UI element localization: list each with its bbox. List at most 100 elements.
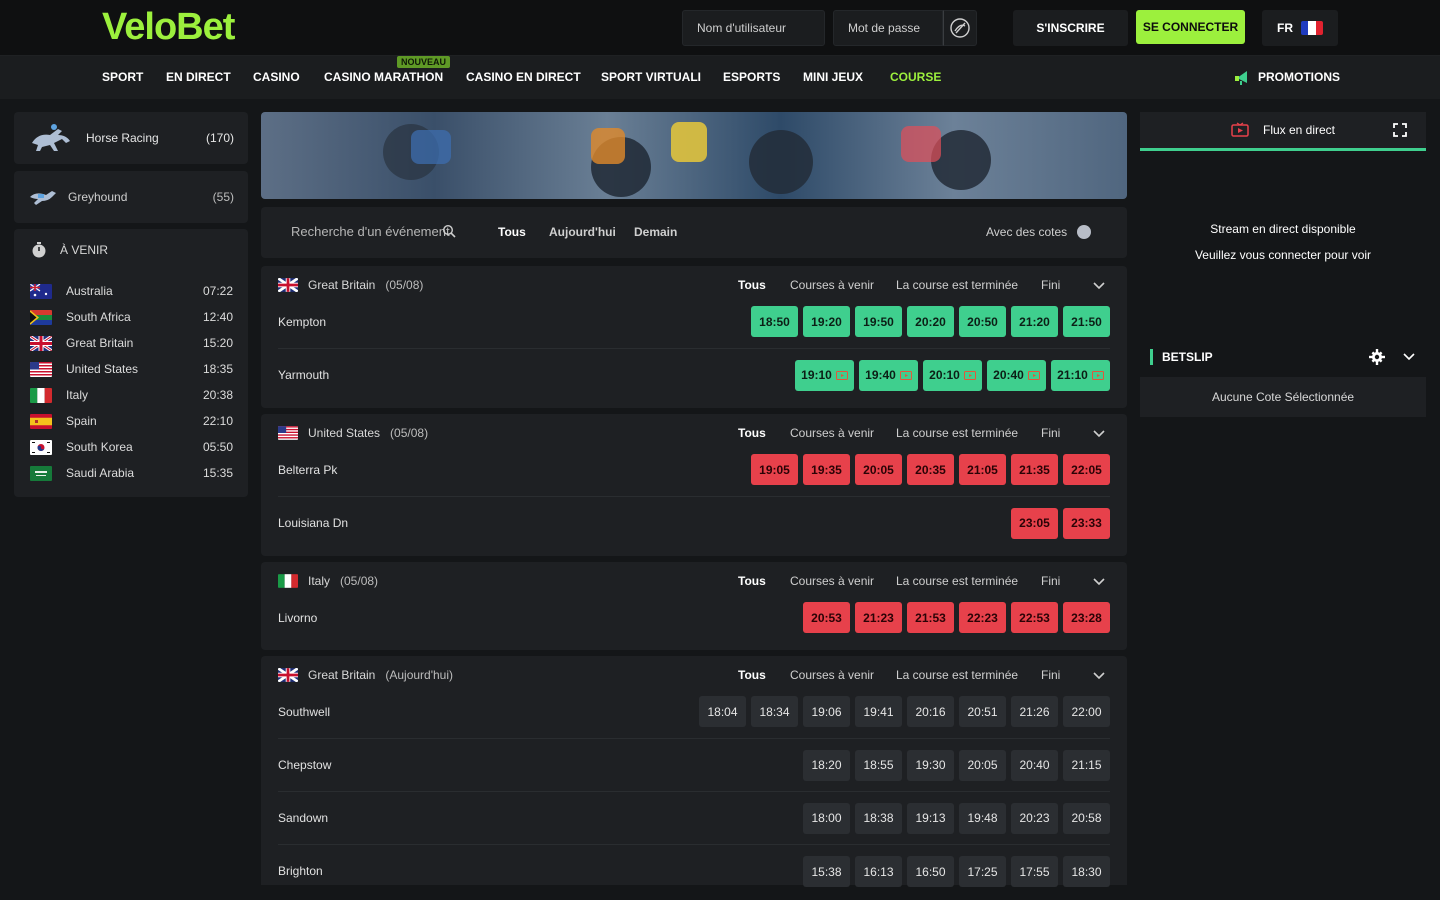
nav-casino[interactable]: CASINO — [253, 70, 300, 84]
odds-toggle[interactable] — [1077, 225, 1091, 239]
block-tab-all[interactable]: Tous — [738, 574, 766, 588]
race-time-button[interactable]: 21:26 — [1011, 696, 1058, 727]
chevron-down-icon[interactable] — [1402, 350, 1416, 364]
race-time-button[interactable]: 19:40 — [859, 359, 918, 391]
race-time-button[interactable]: 21:35 — [1011, 454, 1058, 485]
upcoming-item-italy[interactable]: Italy 20:38 — [30, 385, 233, 405]
block-tab-upcoming[interactable]: Courses à venir — [790, 426, 874, 440]
login-button[interactable]: SE CONNECTER — [1136, 10, 1245, 44]
gear-icon[interactable] — [1368, 348, 1386, 366]
filter-tab-tomorrow[interactable]: Demain — [634, 225, 677, 239]
race-time-button[interactable]: 22:05 — [1063, 454, 1110, 485]
race-time-button[interactable]: 18:30 — [1063, 856, 1110, 887]
block-tab-finished-race[interactable]: La course est terminée — [896, 574, 1018, 588]
register-button[interactable]: S'INSCRIRE — [1013, 10, 1128, 46]
race-time-button[interactable]: 20:05 — [855, 454, 902, 485]
race-time-button[interactable]: 16:50 — [907, 856, 954, 887]
chevron-down-icon[interactable] — [1092, 427, 1106, 441]
upcoming-item-australia[interactable]: Australia 07:22 — [30, 281, 233, 301]
race-time-button[interactable]: 18:04 — [699, 696, 746, 727]
filter-tab-today[interactable]: Aujourd'hui — [549, 225, 616, 239]
race-time-button[interactable]: 20:51 — [959, 696, 1006, 727]
race-time-button[interactable]: 15:38 — [803, 856, 850, 887]
race-time-button[interactable]: 21:15 — [1063, 749, 1110, 781]
race-time-button[interactable]: 21:10 — [1051, 359, 1110, 391]
nav-course[interactable]: COURSE — [890, 70, 941, 84]
race-time-button[interactable]: 23:05 — [1011, 507, 1058, 539]
nav-mini-jeux[interactable]: MINI JEUX — [803, 70, 863, 84]
block-tab-all[interactable]: Tous — [738, 426, 766, 440]
race-time-button[interactable]: 20:53 — [803, 602, 850, 633]
search-icon[interactable] — [442, 224, 456, 238]
block-tab-done[interactable]: Fini — [1041, 278, 1060, 292]
race-time-button[interactable]: 22:23 — [959, 602, 1006, 633]
chevron-down-icon[interactable] — [1092, 669, 1106, 683]
filter-tab-all[interactable]: Tous — [498, 225, 526, 239]
race-time-button[interactable]: 19:05 — [751, 454, 798, 485]
race-time-button[interactable]: 23:33 — [1063, 507, 1110, 539]
race-time-button[interactable]: 19:48 — [959, 802, 1006, 834]
race-time-button[interactable]: 20:40 — [987, 359, 1046, 391]
block-tab-upcoming[interactable]: Courses à venir — [790, 574, 874, 588]
race-time-button[interactable]: 19:50 — [855, 306, 902, 337]
block-tab-done[interactable]: Fini — [1041, 426, 1060, 440]
upcoming-item-spain[interactable]: Spain 22:10 — [30, 411, 233, 431]
race-time-button[interactable]: 19:41 — [855, 696, 902, 727]
race-time-button[interactable]: 18:20 — [803, 749, 850, 781]
race-time-button[interactable]: 19:35 — [803, 454, 850, 485]
nav-sport[interactable]: SPORT — [102, 70, 143, 84]
nav-sport-virtuali[interactable]: SPORT VIRTUALI — [601, 70, 701, 84]
race-time-button[interactable]: 22:00 — [1063, 696, 1110, 727]
race-time-button[interactable]: 20:16 — [907, 696, 954, 727]
race-time-button[interactable]: 19:10 — [795, 359, 854, 391]
race-time-button[interactable]: 19:06 — [803, 696, 850, 727]
logo[interactable]: VeloBet — [102, 6, 235, 49]
block-tab-all[interactable]: Tous — [738, 278, 766, 292]
upcoming-item-great-britain[interactable]: Great Britain 15:20 — [30, 333, 233, 353]
race-time-button[interactable]: 20:23 — [1011, 802, 1058, 834]
promotions-link[interactable]: PROMOTIONS — [1234, 68, 1340, 86]
sport-horse-racing[interactable]: Horse Racing (170) — [14, 112, 248, 164]
upcoming-item-saudi-arabia[interactable]: Saudi Arabia 15:35 — [30, 463, 233, 483]
race-time-button[interactable]: 20:40 — [1011, 749, 1058, 781]
chevron-down-icon[interactable] — [1092, 279, 1106, 293]
race-time-button[interactable]: 20:50 — [959, 306, 1006, 337]
race-time-button[interactable]: 20:20 — [907, 306, 954, 337]
race-time-button[interactable]: 18:55 — [855, 749, 902, 781]
race-time-button[interactable]: 19:20 — [803, 306, 850, 337]
upcoming-item-united-states[interactable]: United States 18:35 — [30, 359, 233, 379]
nav-esports[interactable]: ESPORTS — [723, 70, 780, 84]
race-time-button[interactable]: 18:38 — [855, 802, 902, 834]
race-time-button[interactable]: 20:05 — [959, 749, 1006, 781]
show-password-button[interactable] — [943, 10, 977, 46]
nav-casino-en-direct[interactable]: CASINO EN DIRECT — [466, 70, 581, 84]
block-tab-done[interactable]: Fini — [1041, 668, 1060, 682]
race-time-button[interactable]: 22:53 — [1011, 602, 1058, 633]
language-selector[interactable]: FR — [1262, 10, 1338, 46]
nav-en-direct[interactable]: EN DIRECT — [166, 70, 231, 84]
race-time-button[interactable]: 17:25 — [959, 856, 1006, 887]
block-tab-all[interactable]: Tous — [738, 668, 766, 682]
race-time-button[interactable]: 20:10 — [923, 359, 982, 391]
race-time-button[interactable]: 21:50 — [1063, 306, 1110, 337]
race-time-button[interactable]: 17:55 — [1011, 856, 1058, 887]
fullscreen-icon[interactable] — [1392, 122, 1408, 138]
race-time-button[interactable]: 20:35 — [907, 454, 954, 485]
block-tab-finished-race[interactable]: La course est terminée — [896, 426, 1018, 440]
race-time-button[interactable]: 18:50 — [751, 306, 798, 337]
race-time-button[interactable]: 21:53 — [907, 602, 954, 633]
race-time-button[interactable]: 20:58 — [1063, 802, 1110, 834]
block-tab-done[interactable]: Fini — [1041, 574, 1060, 588]
block-tab-finished-race[interactable]: La course est terminée — [896, 278, 1018, 292]
username-input[interactable]: Nom d'utilisateur — [682, 10, 825, 46]
race-time-button[interactable]: 23:28 — [1063, 602, 1110, 633]
race-time-button[interactable]: 16:13 — [855, 856, 902, 887]
race-time-button[interactable]: 21:20 — [1011, 306, 1058, 337]
race-time-button[interactable]: 19:13 — [907, 802, 954, 834]
block-tab-upcoming[interactable]: Courses à venir — [790, 278, 874, 292]
password-input[interactable]: Mot de passe — [833, 10, 943, 46]
sport-greyhound[interactable]: Greyhound (55) — [14, 171, 248, 223]
race-time-button[interactable]: 18:00 — [803, 802, 850, 834]
event-search-input[interactable]: Recherche d'un événement — [291, 224, 459, 239]
live-stream-header[interactable]: Flux en direct — [1140, 112, 1426, 151]
